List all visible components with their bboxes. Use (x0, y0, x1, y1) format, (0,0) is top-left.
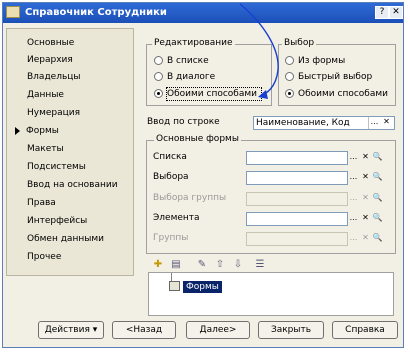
form-group-choice-clear-icon: ✕ (362, 193, 369, 202)
form-group-choice-label: Выбора группы (153, 193, 227, 203)
back-button[interactable]: <Назад (112, 321, 176, 339)
form-element-field[interactable] (246, 212, 348, 226)
main-forms-group-title: Основные формы (154, 134, 241, 144)
input-by-string-value: Наименование, Код (256, 118, 350, 128)
form-element-clear-icon[interactable]: ✕ (360, 213, 371, 225)
form-choice-field[interactable] (246, 171, 348, 185)
folder-icon (169, 281, 180, 291)
form-group-label: Группы (153, 233, 189, 243)
form-list-clear-icon[interactable]: ✕ (360, 152, 371, 164)
form-group-clear-icon: ✕ (362, 233, 369, 242)
move-up-icon[interactable]: ⇧ (214, 259, 226, 271)
move-down-icon[interactable]: ⇩ (232, 259, 244, 271)
form-list-field[interactable] (246, 151, 348, 165)
form-choice-label: Выбора (153, 172, 189, 182)
form-group-choice-select-button: ... (349, 193, 358, 202)
input-by-string-clear-icon[interactable]: ✕ (381, 117, 392, 129)
chevron-down-icon: ▾ (92, 325, 98, 335)
arrow-head (258, 90, 268, 99)
next-button[interactable]: Далее> (186, 321, 250, 339)
add-form-icon[interactable]: ✚ (152, 259, 164, 271)
form-choice-select-button[interactable]: ... (348, 172, 359, 184)
form-choice-open-icon[interactable]: 🔍 (372, 172, 383, 184)
actions-button[interactable]: Действия ▾ (38, 321, 104, 339)
arrow-path (239, 3, 279, 97)
input-by-string-label: Ввод по строке (147, 117, 220, 127)
form-group-open-icon: 🔍 (372, 233, 383, 242)
input-by-string-field[interactable]: Наименование, Код ... ✕ (253, 116, 395, 130)
form-group-select-button: ... (349, 233, 358, 242)
edit-icon[interactable]: ✎ (196, 259, 208, 271)
sort-icon[interactable]: ☰ (254, 259, 266, 271)
form-list-open-icon[interactable]: 🔍 (372, 152, 383, 164)
form-element-open-icon[interactable]: 🔍 (372, 213, 383, 225)
tree-node-forms[interactable]: Формы (183, 281, 222, 293)
help-button[interactable]: Справка (332, 321, 398, 339)
forms-tree[interactable]: Формы (148, 272, 394, 316)
form-choice-clear-icon[interactable]: ✕ (360, 172, 371, 184)
add-group-icon[interactable]: ▤ (170, 259, 182, 271)
close-button[interactable]: Закрыть (258, 321, 324, 339)
form-element-select-button[interactable]: ... (348, 213, 359, 225)
form-group-choice-open-icon: 🔍 (372, 193, 383, 202)
form-group-choice-field (246, 192, 348, 206)
form-group-field (246, 232, 348, 246)
input-by-string-select-button[interactable]: ... (368, 117, 380, 129)
form-list-select-button[interactable]: ... (348, 152, 359, 164)
form-element-label: Элемента (153, 213, 200, 223)
form-list-label: Списка (153, 152, 187, 162)
